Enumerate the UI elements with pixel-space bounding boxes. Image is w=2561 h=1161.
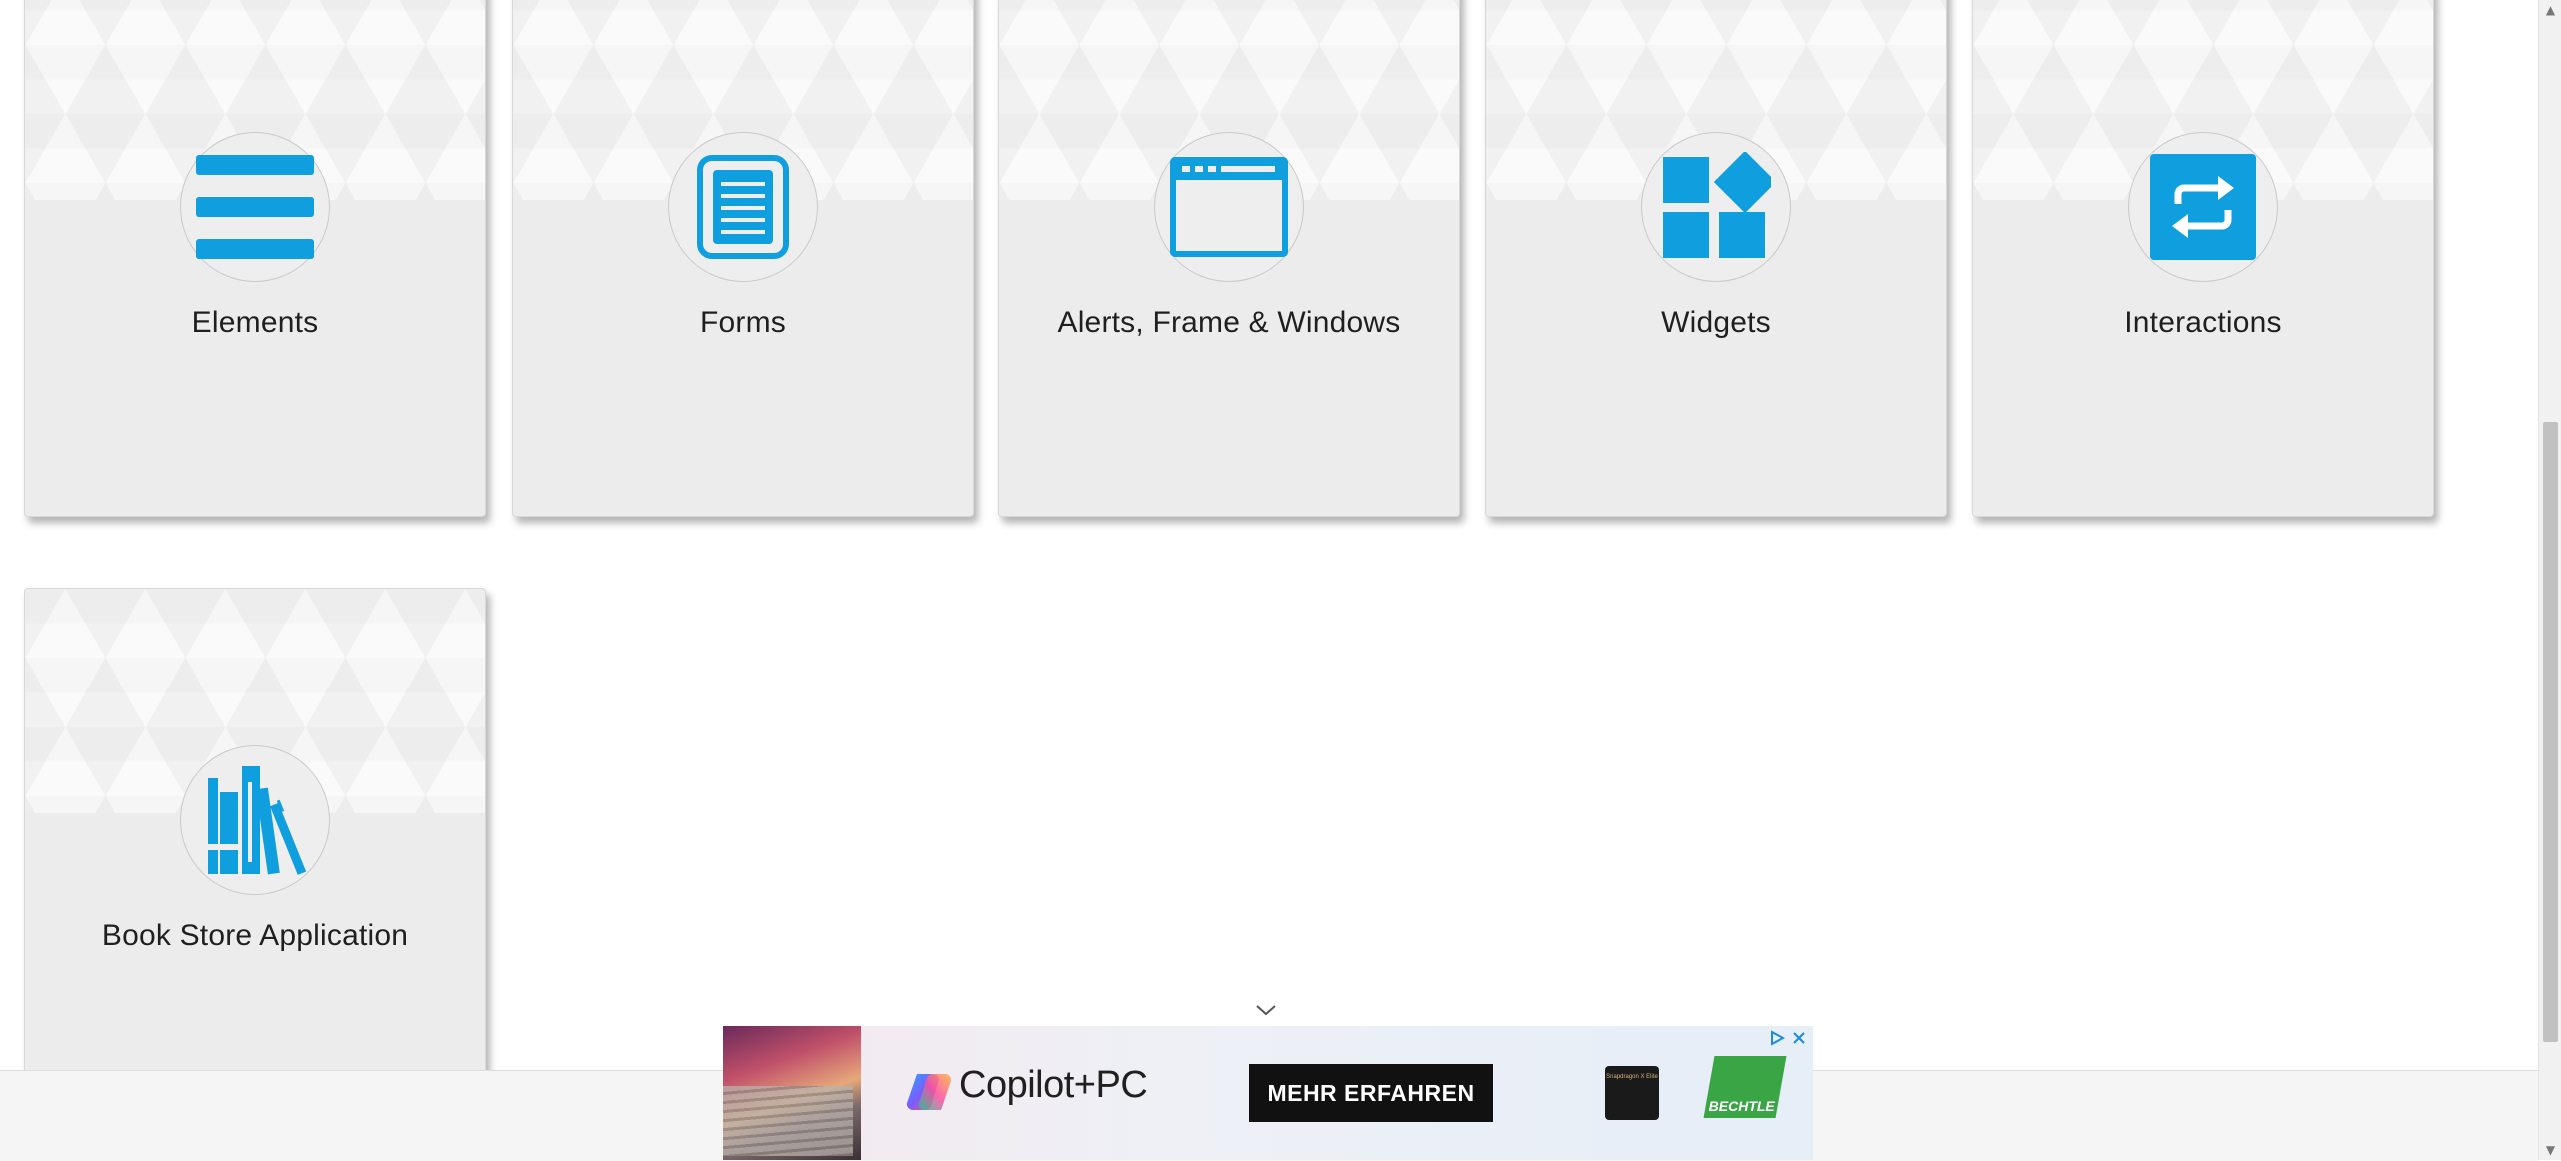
repeat-arrows-icon — [2150, 154, 2256, 260]
card-icon-circle — [180, 132, 330, 282]
card-icon-circle — [668, 132, 818, 282]
card-title: Elements — [191, 306, 319, 339]
vertical-scrollbar[interactable]: ▲ ▼ — [2538, 0, 2561, 1160]
card-icon-circle — [1641, 132, 1791, 282]
card-title: Forms — [700, 306, 786, 339]
adchoices-icon[interactable] — [1769, 1030, 1785, 1046]
card-icon-circle — [180, 745, 330, 895]
card-interactions[interactable]: Interactions — [1972, 0, 2434, 517]
card-forms[interactable]: Forms — [512, 0, 974, 517]
card-title: Interactions — [2124, 306, 2282, 339]
card-book-store-application[interactable]: Book Store Application — [24, 588, 486, 1130]
hamburger-lines-icon — [196, 155, 314, 259]
card-alerts-frames-windows[interactable]: Alerts, Frame & Windows — [998, 0, 1460, 517]
ad-brand-text: Copilot+PC — [959, 1064, 1148, 1106]
copilot-logo-icon — [906, 1073, 952, 1111]
ad-cta-button[interactable]: MEHR ERFAHREN — [1249, 1064, 1493, 1122]
card-title: Widgets — [1661, 306, 1771, 339]
card-widgets[interactable]: Widgets — [1485, 0, 1947, 517]
close-icon[interactable] — [1791, 1030, 1807, 1046]
ad-banner[interactable]: Copilot+PC MEHR ERFAHREN Snapdragon X El… — [723, 1026, 1813, 1160]
scroll-down-arrow-icon[interactable]: ▼ — [2539, 1140, 2561, 1160]
ad-controls — [1769, 1028, 1809, 1048]
scroll-up-arrow-icon[interactable]: ▲ — [2539, 0, 2561, 20]
card-icon-circle — [1154, 132, 1304, 282]
ad-laptop-image — [723, 1026, 861, 1160]
books-icon — [208, 766, 307, 875]
card-icon-circle — [2128, 132, 2278, 282]
ad-chip-badge: Snapdragon X Elite — [1605, 1066, 1659, 1120]
scrollbar-thumb[interactable] — [2543, 422, 2558, 1042]
ad-partner-logo: BECHTLE — [1703, 1056, 1787, 1118]
card-elements[interactable]: Elements — [24, 0, 486, 517]
document-icon — [697, 155, 789, 259]
widgets-blocks-icon — [1663, 152, 1771, 258]
card-title: Alerts, Frame & Windows — [1057, 306, 1401, 339]
chevron-down-icon[interactable] — [1255, 1002, 1277, 1018]
card-title: Book Store Application — [101, 919, 409, 952]
browser-window-icon — [1170, 157, 1288, 257]
